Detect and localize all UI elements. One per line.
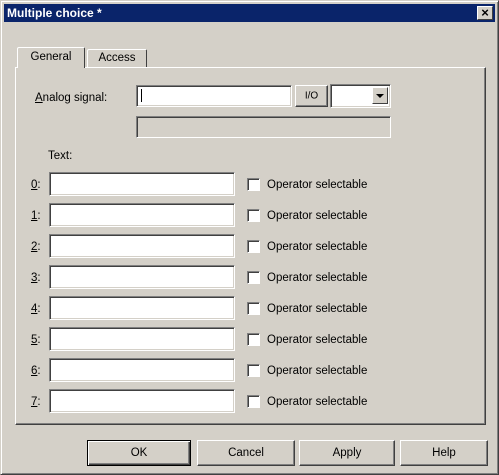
operator-selectable-label[interactable]: Operator selectable bbox=[267, 178, 367, 192]
choice-text-input[interactable] bbox=[49, 296, 235, 320]
analog-signal-combo[interactable] bbox=[330, 84, 391, 108]
choice-text-input[interactable] bbox=[49, 203, 235, 227]
choice-text-input[interactable] bbox=[49, 265, 235, 289]
text-caret bbox=[141, 89, 142, 102]
operator-selectable-label[interactable]: Operator selectable bbox=[267, 302, 367, 316]
operator-selectable-label[interactable]: Operator selectable bbox=[267, 395, 367, 409]
operator-selectable-checkbox[interactable] bbox=[247, 240, 260, 253]
help-button[interactable]: Help bbox=[400, 440, 488, 466]
operator-selectable-label[interactable]: Operator selectable bbox=[267, 333, 367, 347]
operator-selectable-label[interactable]: Operator selectable bbox=[267, 240, 367, 254]
tab-access-label: Access bbox=[98, 52, 136, 64]
choice-text-input[interactable] bbox=[49, 358, 235, 382]
io-button[interactable]: I/O bbox=[295, 85, 328, 107]
row-index-label: 5: bbox=[31, 334, 41, 346]
operator-selectable-label[interactable]: Operator selectable bbox=[267, 364, 367, 378]
choice-text-input[interactable] bbox=[49, 172, 235, 196]
dropdown-arrow-button[interactable] bbox=[372, 87, 388, 104]
operator-selectable-label[interactable]: Operator selectable bbox=[267, 271, 367, 285]
choice-text-input[interactable] bbox=[49, 389, 235, 413]
operator-selectable-checkbox[interactable] bbox=[247, 178, 260, 191]
cancel-button[interactable]: Cancel bbox=[197, 440, 295, 466]
operator-selectable-label[interactable]: Operator selectable bbox=[267, 209, 367, 223]
operator-selectable-checkbox[interactable] bbox=[247, 333, 260, 346]
row-index-label: 6: bbox=[31, 365, 41, 377]
tab-access[interactable]: Access bbox=[87, 49, 147, 67]
choice-text-input[interactable] bbox=[49, 234, 235, 258]
row-index-label: 7: bbox=[31, 396, 41, 408]
tab-general[interactable]: General bbox=[17, 47, 85, 68]
analog-signal-label: Analog signal: bbox=[35, 92, 108, 104]
operator-selectable-checkbox[interactable] bbox=[247, 395, 260, 408]
row-index-label: 3: bbox=[31, 272, 41, 284]
dialog-window: Multiple choice * × General Access Analo… bbox=[0, 0, 499, 475]
window-title: Multiple choice * bbox=[7, 6, 102, 20]
analog-signal-input[interactable] bbox=[136, 85, 292, 107]
row-index-label: 4: bbox=[31, 303, 41, 315]
apply-button[interactable]: Apply bbox=[299, 440, 395, 466]
operator-selectable-checkbox[interactable] bbox=[247, 364, 260, 377]
tab-join bbox=[18, 66, 84, 69]
title-bar[interactable]: Multiple choice * × bbox=[4, 4, 495, 22]
text-header: Text: bbox=[48, 150, 73, 162]
close-button[interactable]: × bbox=[477, 5, 493, 20]
operator-selectable-checkbox[interactable] bbox=[247, 302, 260, 315]
row-index-label: 0: bbox=[31, 179, 41, 191]
close-icon: × bbox=[481, 5, 489, 20]
row-index-label: 1: bbox=[31, 210, 41, 222]
operator-selectable-checkbox[interactable] bbox=[247, 271, 260, 284]
chevron-down-icon bbox=[376, 94, 384, 98]
row-index-label: 2: bbox=[31, 241, 41, 253]
choice-text-input[interactable] bbox=[49, 327, 235, 351]
tab-general-label: General bbox=[30, 51, 72, 63]
signal-info-field bbox=[136, 116, 391, 138]
ok-button[interactable]: OK bbox=[87, 440, 191, 466]
operator-selectable-checkbox[interactable] bbox=[247, 209, 260, 222]
